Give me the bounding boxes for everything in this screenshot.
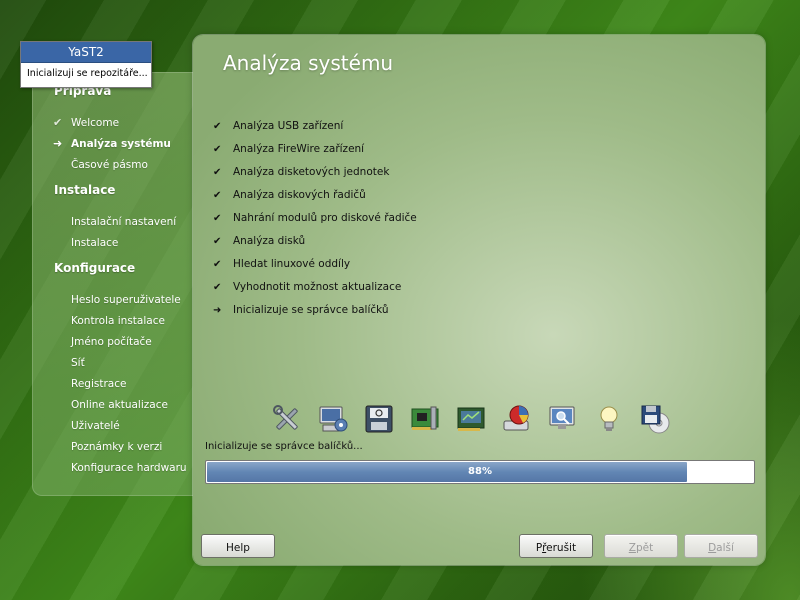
sidebar-item-casove-pasmo: Časové pásmo: [71, 159, 148, 171]
step-item: ✔ Analýza disketových jednotek: [213, 166, 389, 178]
sidebar-item-poznamky-k-verzi: Poznámky k verzi: [71, 441, 162, 453]
step-label: Analýza FireWire zařízení: [233, 143, 365, 155]
check-icon: ✔: [213, 167, 222, 178]
step-item: ✔ Analýza USB zařízení: [213, 120, 343, 132]
disk-pie-icon: [503, 405, 529, 431]
next-label-end: alší: [716, 542, 734, 554]
sidebar-item-sit: Síť: [71, 357, 85, 369]
step-item-current: ➜ Inicializuje se správce balíčků: [213, 304, 389, 316]
back-button[interactable]: Zpět: [604, 534, 678, 558]
back-label-mnemonic: Z: [628, 542, 636, 554]
computer-gear-icon: [319, 406, 348, 432]
back-label-end: pět: [635, 542, 654, 554]
arrow-right-icon: ➜: [213, 305, 222, 316]
step-label: Vyhodnotit možnost aktualizace: [233, 281, 402, 293]
step-label: Analýza diskových řadičů: [233, 189, 366, 201]
step-item: ✔ Analýza diskových řadičů: [213, 189, 366, 201]
sidebar-item-analyza-systemu: ➜ Analýza systému: [53, 137, 171, 150]
progress-label: Inicializuje se správce balíčků...: [205, 441, 363, 452]
sidebar-item-registrace: Registrace: [71, 378, 126, 390]
check-icon: ✔: [213, 236, 222, 247]
progress-percent: 88%: [468, 466, 492, 477]
lightbulb-icon: [600, 406, 618, 431]
sidebar-item-label: Uživatelé: [71, 420, 120, 432]
step-item: ✔ Nahrání modulů pro diskové řadiče: [213, 212, 417, 224]
floppy-cd-icon: [641, 405, 670, 434]
step-label: Analýza USB zařízení: [233, 120, 344, 132]
step-label: Inicializuje se správce balíčků: [233, 304, 389, 316]
monitor-search-icon: [549, 406, 575, 429]
sidebar-item-jmeno-pocitace: Jméno počítače: [71, 336, 152, 348]
sidebar-item-label: Instalace: [71, 237, 119, 249]
sidebar-item-label: Heslo superuživatele: [71, 294, 181, 306]
network-card-icon: [411, 406, 439, 430]
yast-popup: YaST2 Inicializuji se repozitáře...: [20, 41, 152, 88]
step-label: Hledat linuxové oddíly: [233, 258, 351, 270]
step-label: Analýza disketových jednotek: [233, 166, 390, 178]
step-item: ✔ Hledat linuxové oddíly: [213, 258, 350, 270]
step-item: ✔ Analýza disků: [213, 235, 305, 247]
abort-button[interactable]: Přerušit: [519, 534, 593, 558]
sidebar-item-label: Instalační nastavení: [71, 216, 177, 228]
sidebar-item-label: Registrace: [71, 378, 127, 390]
sidebar-item-label: Síť: [71, 357, 85, 369]
main-panel: Analýza systému ✔ Analýza USB zařízení ✔ A…: [193, 35, 765, 565]
check-icon: ✔: [213, 144, 222, 155]
sidebar-item-welcome: ✔ Welcome: [53, 116, 120, 129]
next-label-mnemonic: D: [708, 542, 717, 554]
popup-message: Inicializuji se repozitáře...: [27, 68, 148, 79]
sidebar-section-konfigurace: Konfigurace: [54, 261, 136, 275]
sidebar-item-konfigurace-hardwaru: Konfigurace hardwaru: [71, 462, 187, 474]
power-switch-icon: [365, 405, 393, 433]
sidebar-item-heslo-superuzivatele: Heslo superuživatele: [71, 294, 181, 306]
sidebar-item-label: Konfigurace hardwaru: [71, 462, 187, 474]
sidebar-item-instalace: Instalace: [71, 237, 118, 249]
tools-icon: [273, 405, 298, 430]
sidebar-section-instalace: Instalace: [54, 183, 116, 197]
page-title: Analýza systému: [223, 51, 394, 75]
sidebar-item-instalacni-nastaveni: Instalační nastavení: [71, 216, 176, 228]
check-icon: ✔: [213, 259, 222, 270]
sidebar-item-label: Online aktualizace: [71, 399, 168, 411]
sidebar-item-online-aktualizace: Online aktualizace: [71, 399, 168, 411]
abort-label-end: erušit: [546, 542, 577, 554]
step-item: ✔ Vyhodnotit možnost aktualizace: [213, 281, 401, 293]
installation-steps-sidebar: Příprava ✔ Welcome ➜ Analýza systému Čas…: [32, 72, 194, 496]
step-item: ✔ Analýza FireWire zařízení: [213, 143, 364, 155]
sidebar-item-label: Poznámky k verzi: [71, 441, 163, 453]
check-icon: ✔: [213, 190, 222, 201]
help-button[interactable]: Help: [201, 534, 275, 558]
sidebar-item-label: Kontrola instalace: [71, 315, 165, 327]
sidebar-item-label: Welcome: [71, 117, 120, 129]
progress-bar: 88%: [205, 460, 755, 484]
check-icon: ✔: [213, 121, 222, 132]
check-icon: ✔: [213, 282, 222, 293]
step-label: Nahrání modulů pro diskové řadiče: [233, 212, 417, 224]
current-step-arrow-icon: ➜: [53, 137, 63, 150]
sidebar-item-label: Analýza systému: [71, 138, 171, 150]
check-icon: ✔: [53, 116, 63, 129]
sidebar-item-label: Jméno počítače: [71, 336, 152, 348]
step-label: Analýza disků: [233, 235, 306, 247]
sidebar-item-kontrola-instalace: Kontrola instalace: [71, 315, 165, 327]
sidebar-item-label: Časové pásmo: [71, 159, 148, 171]
popup-title: YaST2: [21, 42, 151, 63]
sidebar-item-uzivatele: Uživatelé: [71, 420, 120, 432]
next-button[interactable]: Další: [684, 534, 758, 558]
graphics-card-icon: [457, 407, 485, 431]
check-icon: ✔: [213, 213, 222, 224]
hardware-icon-row: [271, 403, 691, 437]
